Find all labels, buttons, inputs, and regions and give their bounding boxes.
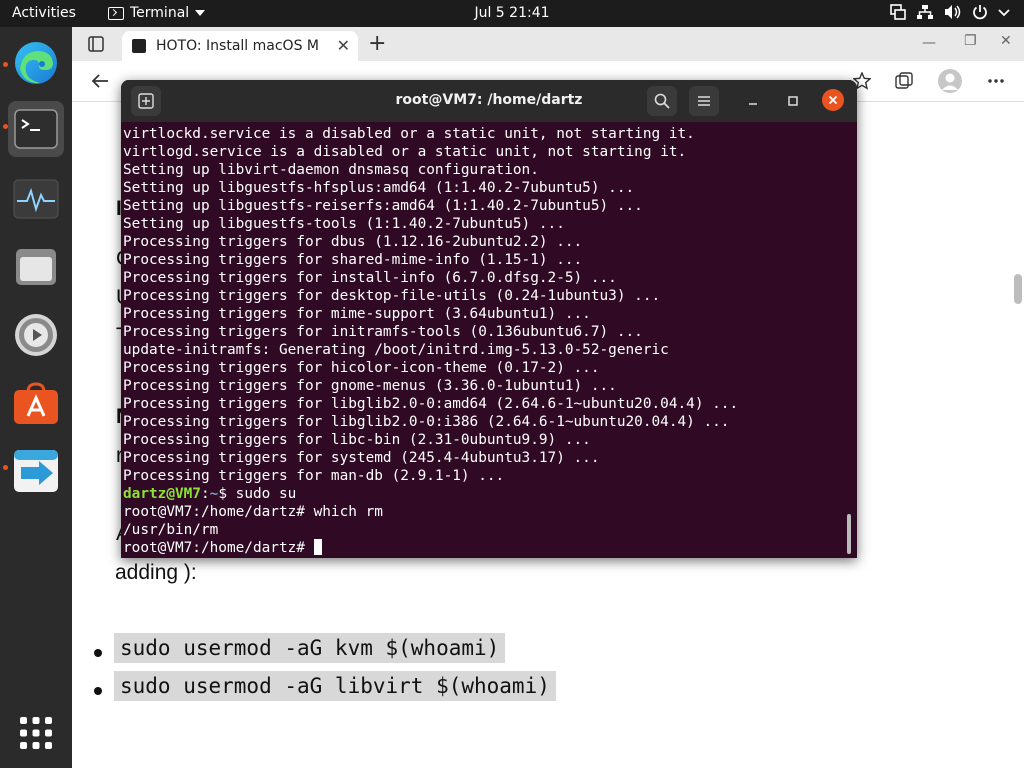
show-applications-button[interactable] bbox=[8, 705, 64, 761]
terminal-line: Processing triggers for shared-mime-info… bbox=[123, 252, 583, 268]
app-grid-icon bbox=[20, 717, 52, 749]
browser-tab[interactable]: HOTO: Install macOS M ✕ bbox=[122, 31, 358, 61]
minimize-icon bbox=[749, 103, 757, 105]
terminal-line: virtlogd.service is a disabled or a stat… bbox=[123, 144, 687, 160]
top-bar: Activities Terminal Jul 5 21:41 bbox=[0, 0, 1024, 27]
dock-item-files[interactable] bbox=[8, 239, 64, 295]
terminal-header-bar[interactable]: root@VM7: /home/dartz bbox=[121, 80, 857, 122]
terminal-line: Processing triggers for man-db (2.9.1-1)… bbox=[123, 468, 505, 484]
maximize-icon bbox=[788, 96, 798, 106]
back-button[interactable] bbox=[86, 67, 114, 95]
system-monitor-icon bbox=[13, 179, 59, 219]
text-cursor bbox=[313, 539, 322, 555]
close-button[interactable] bbox=[822, 89, 844, 111]
volume-icon[interactable] bbox=[944, 4, 962, 20]
minimize-icon[interactable]: — bbox=[922, 35, 936, 51]
dock-item-settings[interactable] bbox=[8, 307, 64, 363]
ellipsis-icon bbox=[988, 79, 1004, 83]
code-snippet[interactable]: sudo usermod -aG libvirt $(whoami) bbox=[114, 671, 556, 701]
terminal-line: Processing triggers for mime-support (3.… bbox=[123, 306, 591, 322]
tab-bar: HOTO: Install macOS M ✕ + — ❐ ✕ bbox=[72, 27, 1024, 61]
close-icon bbox=[828, 95, 838, 105]
terminal-small-icon bbox=[108, 6, 124, 20]
close-window-icon[interactable]: ✕ bbox=[1000, 33, 1012, 49]
collections-icon bbox=[895, 72, 913, 89]
terminal-line: Processing triggers for gnome-menus (3.3… bbox=[123, 378, 617, 394]
collections-button[interactable] bbox=[890, 67, 918, 95]
terminal-line: Setting up libvirt-daemon dnsmasq config… bbox=[123, 162, 539, 178]
screenshot-icon[interactable] bbox=[890, 4, 906, 20]
dock-item-system-monitor[interactable] bbox=[8, 171, 64, 227]
terminal-line: Processing triggers for systemd (245.4-4… bbox=[123, 450, 600, 466]
maximize-button[interactable] bbox=[778, 86, 808, 116]
search-button[interactable] bbox=[647, 86, 677, 116]
dock-item-terminal[interactable] bbox=[8, 101, 64, 157]
new-tab-button[interactable]: + bbox=[368, 31, 386, 56]
tab-actions-icon[interactable] bbox=[88, 36, 104, 52]
terminal-line: Setting up libguestfs-tools (1:1.40.2-7u… bbox=[123, 216, 565, 232]
terminal-line: Processing triggers for libglib2.0-0:i38… bbox=[123, 414, 730, 430]
menu-button[interactable] bbox=[689, 86, 719, 116]
terminal-prompt-line[interactable]: root@VM7:/home/dartz# bbox=[123, 539, 843, 557]
prompt-text: root@VM7:/home/dartz# bbox=[123, 540, 314, 556]
terminal-line: Processing triggers for dbus (1.12.16-2u… bbox=[123, 234, 583, 250]
dock-item-edge[interactable] bbox=[8, 35, 64, 91]
clock[interactable]: Jul 5 21:41 bbox=[474, 5, 549, 21]
prompt-user: dartz@VM7 bbox=[123, 486, 201, 502]
avatar-icon bbox=[938, 69, 962, 93]
terminal-line: Setting up libguestfs-hfsplus:amd64 (1:1… bbox=[123, 180, 635, 196]
terminal-line: Setting up libguestfs-reiserfs:amd64 (1:… bbox=[123, 198, 643, 214]
more-options-button[interactable] bbox=[982, 67, 1010, 95]
list-item: sudo usermod -aG kvm $(whoami) bbox=[94, 633, 556, 671]
power-icon[interactable] bbox=[972, 4, 988, 20]
tab-title: HOTO: Install macOS M bbox=[156, 38, 319, 54]
profile-button[interactable] bbox=[936, 67, 964, 95]
terminal-line: /usr/bin/rm bbox=[123, 522, 219, 538]
app-menu-label: Terminal bbox=[130, 5, 190, 21]
list-item: sudo usermod -aG libvirt $(whoami) bbox=[94, 671, 556, 709]
prompt-separator: : bbox=[200, 486, 210, 502]
restore-icon[interactable]: ❐ bbox=[964, 33, 977, 49]
terminal-line: Processing triggers for libglib2.0-0:amd… bbox=[123, 396, 739, 412]
app-menu[interactable]: Terminal bbox=[108, 5, 206, 21]
page-text-line: adding ): bbox=[115, 561, 197, 584]
terminal-output[interactable]: virtlockd.service is a disabled or a sta… bbox=[123, 125, 843, 557]
dock-item-software[interactable] bbox=[8, 375, 64, 431]
chevron-down-icon[interactable] bbox=[998, 7, 1010, 17]
edge-icon bbox=[15, 42, 57, 84]
terminal-line: Processing triggers for desktop-file-uti… bbox=[123, 288, 661, 304]
terminal-scrollbar-thumb[interactable] bbox=[847, 514, 851, 554]
command-list: sudo usermod -aG kvm $(whoami) sudo user… bbox=[94, 633, 556, 709]
close-tab-button[interactable]: ✕ bbox=[337, 36, 350, 55]
software-store-icon bbox=[14, 382, 58, 424]
search-icon bbox=[654, 93, 670, 109]
terminal-line: Processing triggers for libc-bin (2.31-0… bbox=[123, 432, 591, 448]
terminal-line: Processing triggers for install-info (6.… bbox=[123, 270, 617, 286]
terminal-line: update-initramfs: Generating /boot/initr… bbox=[123, 342, 669, 358]
site-favicon-icon bbox=[132, 39, 146, 53]
page-scrollbar-thumb[interactable] bbox=[1014, 274, 1022, 304]
settings-icon bbox=[15, 314, 57, 356]
terminal-line: Processing triggers for hicolor-icon-the… bbox=[123, 360, 600, 376]
dock-item-remmina[interactable] bbox=[8, 443, 64, 499]
chevron-down-icon bbox=[195, 10, 206, 16]
code-snippet[interactable]: sudo usermod -aG kvm $(whoami) bbox=[114, 633, 506, 663]
prompt-command: $ sudo su bbox=[218, 486, 297, 502]
folder-icon bbox=[16, 249, 56, 285]
remote-desktop-icon bbox=[14, 450, 58, 492]
terminal-line: root@VM7:/home/dartz# which rm bbox=[123, 504, 383, 520]
terminal-window[interactable]: root@VM7: /home/dartz virtlockd.service … bbox=[121, 80, 857, 558]
activities-button[interactable]: Activities bbox=[12, 5, 76, 21]
minimize-button[interactable] bbox=[738, 86, 768, 116]
output-lines: virtlockd.service is a disabled or a sta… bbox=[123, 125, 843, 485]
hamburger-menu-icon bbox=[698, 96, 710, 106]
network-icon[interactable] bbox=[916, 4, 934, 20]
terminal-line: Processing triggers for initramfs-tools … bbox=[123, 324, 643, 340]
terminal-line: dartz@VM7:~$ sudo su bbox=[123, 485, 843, 503]
arrow-left-icon bbox=[91, 74, 108, 88]
dock bbox=[0, 27, 72, 768]
terminal-icon bbox=[14, 109, 58, 149]
terminal-line: virtlockd.service is a disabled or a sta… bbox=[123, 126, 695, 142]
system-tray[interactable] bbox=[890, 4, 1010, 20]
